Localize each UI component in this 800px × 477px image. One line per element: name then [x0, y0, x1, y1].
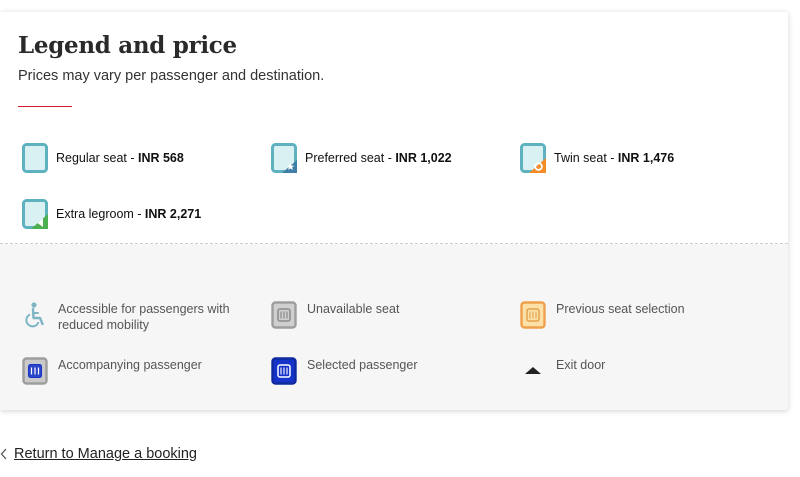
seat-separator: - — [126, 151, 138, 165]
legend-subtitle: Prices may vary per passenger and destin… — [18, 68, 325, 84]
twin-seat-icon — [520, 143, 546, 173]
accompanying-passenger-icon — [22, 357, 48, 385]
seat-separator: - — [384, 151, 396, 165]
status-legend-previous-selection: Previous seat selection — [520, 301, 731, 329]
chevron-left-icon — [0, 448, 7, 460]
status-legend-unavailable: Unavailable seat — [271, 301, 482, 329]
seat-legend-preferred: Preferred seat - INR 1,022 — [271, 143, 452, 173]
regular-seat-icon — [22, 143, 48, 173]
seat-price: INR 568 — [137, 151, 184, 165]
legend-card: Legend and price Prices may vary per pas… — [0, 12, 788, 410]
back-link-label: Return to Manage a booking — [14, 446, 197, 462]
legend-price-section: Legend and price Prices may vary per pas… — [0, 12, 788, 244]
unavailable-seat-icon — [271, 301, 297, 329]
seat-separator: - — [606, 151, 618, 165]
status-legend-section: Accessible for passengers with reduced m… — [0, 244, 788, 410]
status-label: Accessible for passengers with reduced m… — [58, 302, 230, 332]
seat-price: INR 1,476 — [617, 151, 675, 165]
status-legend-selected: Selected passenger — [271, 357, 482, 385]
previous-seat-icon — [520, 301, 546, 329]
accent-underline — [18, 106, 72, 107]
status-legend-accessible: Accessible for passengers with reduced m… — [22, 301, 233, 333]
status-label: Unavailable seat — [307, 302, 400, 316]
seat-name: Regular seat — [56, 151, 127, 165]
seat-price: INR 2,271 — [144, 207, 202, 221]
legend-title: Legend and price — [18, 32, 237, 59]
status-legend-exit-door: Exit door — [520, 357, 731, 385]
seat-name: Twin seat — [554, 151, 607, 165]
preferred-seat-icon — [271, 143, 297, 173]
seat-name: Extra legroom — [56, 207, 134, 221]
status-label: Accompanying passenger — [58, 358, 202, 372]
seat-legend-extra-legroom: Extra legroom - INR 2,271 — [22, 199, 201, 229]
seat-name: Preferred seat — [305, 151, 385, 165]
seat-legend-regular: Regular seat - INR 568 — [22, 143, 184, 173]
seat-price: INR 1,022 — [395, 151, 452, 165]
wheelchair-icon — [25, 302, 44, 328]
status-label: Previous seat selection — [556, 302, 685, 316]
status-label: Exit door — [556, 358, 606, 372]
seat-separator: - — [133, 207, 145, 221]
selected-passenger-icon — [271, 357, 297, 385]
return-to-manage-booking-link[interactable]: Return to Manage a booking — [0, 446, 197, 462]
status-label: Selected passenger — [307, 358, 418, 372]
extra-legroom-seat-icon — [22, 199, 48, 229]
exit-door-icon — [525, 367, 541, 374]
seat-legend-twin: Twin seat - INR 1,476 — [520, 143, 674, 173]
status-legend-accompanying: Accompanying passenger — [22, 357, 233, 385]
